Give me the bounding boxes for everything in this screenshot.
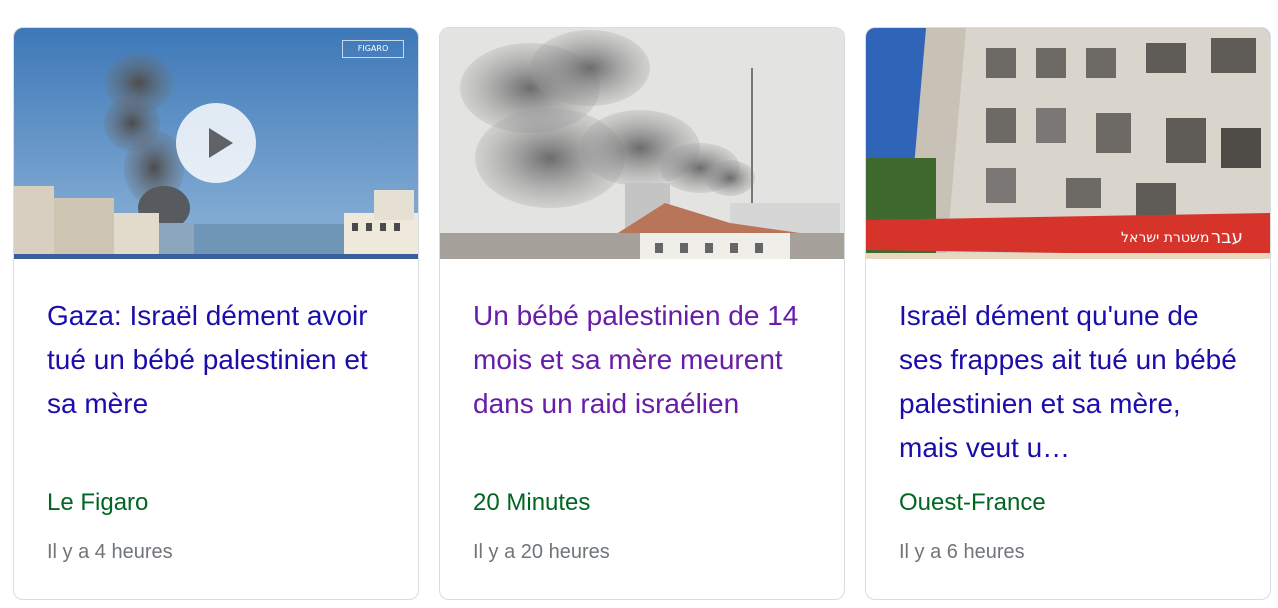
- news-card-20-minutes[interactable]: Un bébé palestinien de 14 mois et sa mèr…: [439, 27, 845, 600]
- news-carousel: FIGARO Gaza: Israël dément avoir tué un …: [0, 0, 1278, 608]
- news-source: Le Figaro: [47, 489, 149, 516]
- news-headline[interactable]: Gaza: Israël dément avoir tué un bébé pa…: [47, 294, 387, 426]
- news-thumbnail[interactable]: משטרת ישראל עבר: [866, 28, 1270, 259]
- news-card-ouest-france[interactable]: משטרת ישראל עבר Israël dément qu'une de …: [865, 27, 1271, 600]
- news-card-le-figaro[interactable]: FIGARO Gaza: Israël dément avoir tué un …: [13, 27, 419, 600]
- news-timestamp: Il y a 4 heures: [47, 541, 173, 563]
- news-timestamp: Il y a 6 heures: [899, 541, 1025, 563]
- play-icon[interactable]: [176, 103, 256, 183]
- news-source: Ouest-France: [899, 489, 1046, 516]
- news-timestamp: Il y a 20 heures: [473, 541, 610, 563]
- news-headline[interactable]: Israël dément qu'une de ses frappes ait …: [899, 294, 1239, 470]
- watermark-logo: FIGARO: [342, 40, 404, 58]
- news-thumbnail-video[interactable]: FIGARO: [14, 28, 418, 259]
- news-source: 20 Minutes: [473, 489, 591, 516]
- news-headline[interactable]: Un bébé palestinien de 14 mois et sa mèr…: [473, 294, 813, 426]
- svg-text:משטרת ישראל: משטרת ישראל: [1121, 230, 1209, 246]
- svg-text:עבר: עבר: [1211, 227, 1243, 248]
- news-thumbnail[interactable]: [440, 28, 844, 259]
